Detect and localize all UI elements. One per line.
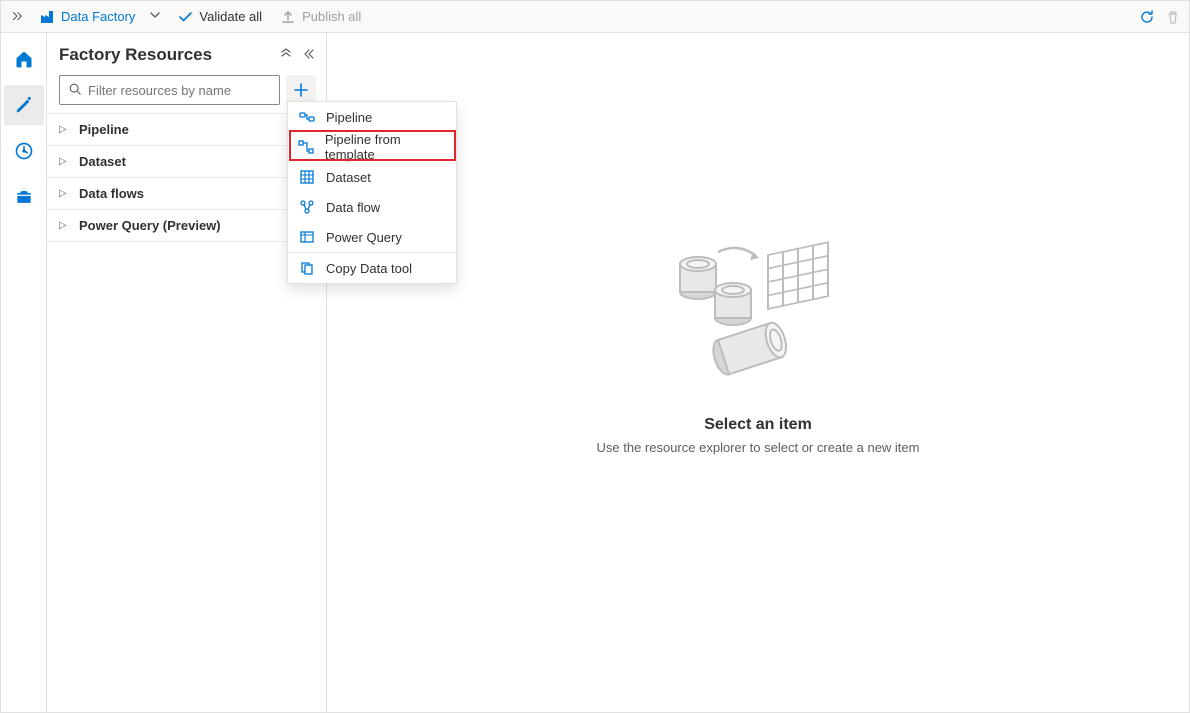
resources-panel: Factory Resources	[47, 33, 327, 712]
empty-title: Select an item	[597, 416, 920, 434]
caret-icon: ▷	[59, 188, 69, 199]
tree-item-dataflows[interactable]: ▷ Data flows	[47, 178, 326, 210]
menu-item-dataset[interactable]: Dataset	[288, 162, 456, 192]
menu-item-pipeline[interactable]: Pipeline	[288, 102, 456, 132]
validate-all-button[interactable]: Validate all	[171, 9, 268, 25]
menu-item-pipeline-from-template[interactable]: Pipeline from template	[288, 132, 456, 162]
filter-input[interactable]	[88, 83, 271, 98]
validate-label: Validate all	[199, 9, 262, 24]
nav-home[interactable]	[4, 39, 44, 79]
powerquery-icon	[298, 229, 316, 245]
collapse-panel-button[interactable]	[302, 48, 314, 63]
nav-author[interactable]	[4, 85, 44, 125]
top-toolbar: Data Factory Validate all Publish all	[1, 1, 1189, 33]
pipeline-icon	[298, 109, 316, 125]
menu-item-copydata[interactable]: Copy Data tool	[288, 253, 456, 283]
checkmark-icon	[177, 9, 193, 25]
tree-item-powerquery[interactable]: ▷ Power Query (Preview)	[47, 210, 326, 242]
nav-manage[interactable]	[4, 177, 44, 217]
factory-icon	[39, 9, 55, 25]
collapse-expand-toggle[interactable]	[280, 48, 292, 63]
expand-toolbar-button[interactable]	[5, 5, 29, 29]
publish-label: Publish all	[302, 9, 361, 24]
caret-icon: ▷	[59, 156, 69, 167]
menu-item-dataflow[interactable]: Data flow	[288, 192, 456, 222]
empty-subtitle: Use the resource explorer to select or c…	[597, 440, 920, 455]
left-nav-rail	[1, 33, 47, 712]
publish-all-button[interactable]: Publish all	[274, 9, 367, 25]
nav-monitor[interactable]	[4, 131, 44, 171]
resource-tree: ▷ Pipeline ▷ Dataset ▷ Data flows ▷ Powe…	[47, 113, 326, 242]
caret-icon: ▷	[59, 124, 69, 135]
pipeline-template-icon	[298, 139, 315, 155]
menu-item-powerquery[interactable]: Power Query	[288, 222, 456, 252]
search-icon	[68, 82, 82, 99]
empty-state: Select an item Use the resource explorer…	[597, 230, 920, 455]
tree-item-pipeline[interactable]: ▷ Pipeline	[47, 114, 326, 146]
filter-input-wrapper[interactable]	[59, 75, 280, 105]
dataflow-icon	[298, 199, 316, 215]
dataset-icon	[298, 169, 316, 185]
caret-icon: ▷	[59, 220, 69, 231]
copy-icon	[298, 260, 316, 276]
refresh-icon[interactable]	[1139, 9, 1155, 25]
upload-icon	[280, 9, 296, 25]
add-resource-menu: Pipeline Pipeline from template Dataset …	[287, 101, 457, 284]
brand-chevron-icon[interactable]	[145, 9, 165, 24]
resources-title: Factory Resources	[59, 45, 212, 65]
discard-icon[interactable]	[1165, 9, 1181, 25]
brand-selector[interactable]: Data Factory	[35, 9, 139, 25]
tree-item-dataset[interactable]: ▷ Dataset	[47, 146, 326, 178]
brand-label: Data Factory	[61, 9, 135, 24]
empty-illustration	[658, 230, 858, 400]
